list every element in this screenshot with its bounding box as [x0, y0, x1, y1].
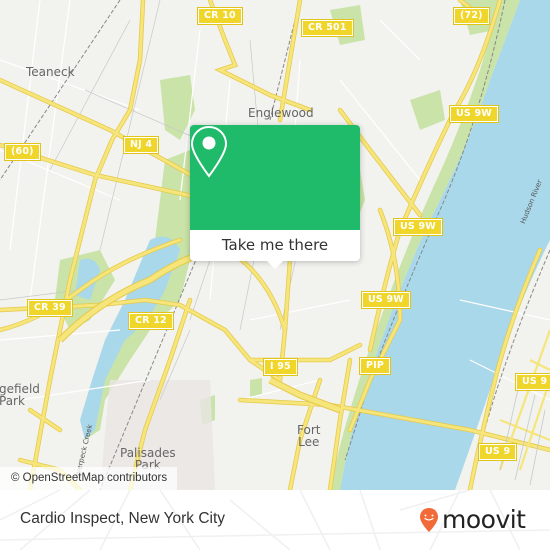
- road-shield-nj4: NJ 4: [122, 136, 160, 154]
- road-shield-us9w-mid: US 9W: [393, 218, 443, 236]
- road-shield-60: (60): [4, 143, 41, 161]
- road-shield-i95: I 95: [263, 358, 298, 376]
- road-shield-cr12: CR 12: [128, 312, 174, 330]
- moovit-pin-smile-icon: [420, 508, 438, 532]
- popup-header: [190, 125, 360, 230]
- moovit-logo[interactable]: moovit: [419, 503, 526, 537]
- place-label-fort-lee: Fort Lee: [297, 423, 321, 449]
- place-label-englewood: Englewood: [248, 106, 314, 120]
- moovit-wordmark: moovit: [442, 505, 526, 534]
- road-shield-72: (72): [453, 7, 490, 25]
- map-attribution[interactable]: © OpenStreetMap contributors: [0, 467, 178, 490]
- road-shield-us9w-south: US 9W: [361, 291, 411, 309]
- road-shield-cr39: CR 39: [27, 299, 73, 317]
- road-shield-us9-south: US 9: [477, 443, 518, 461]
- place-label-ridgefield-park: gefield Park: [0, 382, 40, 408]
- map-pin-icon: [190, 125, 228, 178]
- popup-pointer: [267, 261, 283, 269]
- take-me-there-button[interactable]: Take me there: [190, 230, 360, 261]
- road-shield-cr501: CR 501: [301, 19, 354, 37]
- footer-bar: Cardio Inspect, New York City moovit: [0, 490, 550, 550]
- road-shield-pip: PIP: [358, 357, 392, 375]
- road-shield-us9-north: US 9: [514, 373, 550, 391]
- moovit-map-card: Teaneck Englewood gefield Park Palisades…: [0, 0, 550, 550]
- location-title: Cardio Inspect, New York City: [20, 510, 226, 527]
- map-view[interactable]: Teaneck Englewood gefield Park Palisades…: [0, 0, 550, 490]
- road-shield-us9w-north: US 9W: [449, 105, 499, 123]
- location-popup: Take me there: [190, 125, 360, 269]
- place-label-teaneck: Teaneck: [26, 65, 75, 79]
- road-shield-cr10: CR 10: [197, 7, 243, 25]
